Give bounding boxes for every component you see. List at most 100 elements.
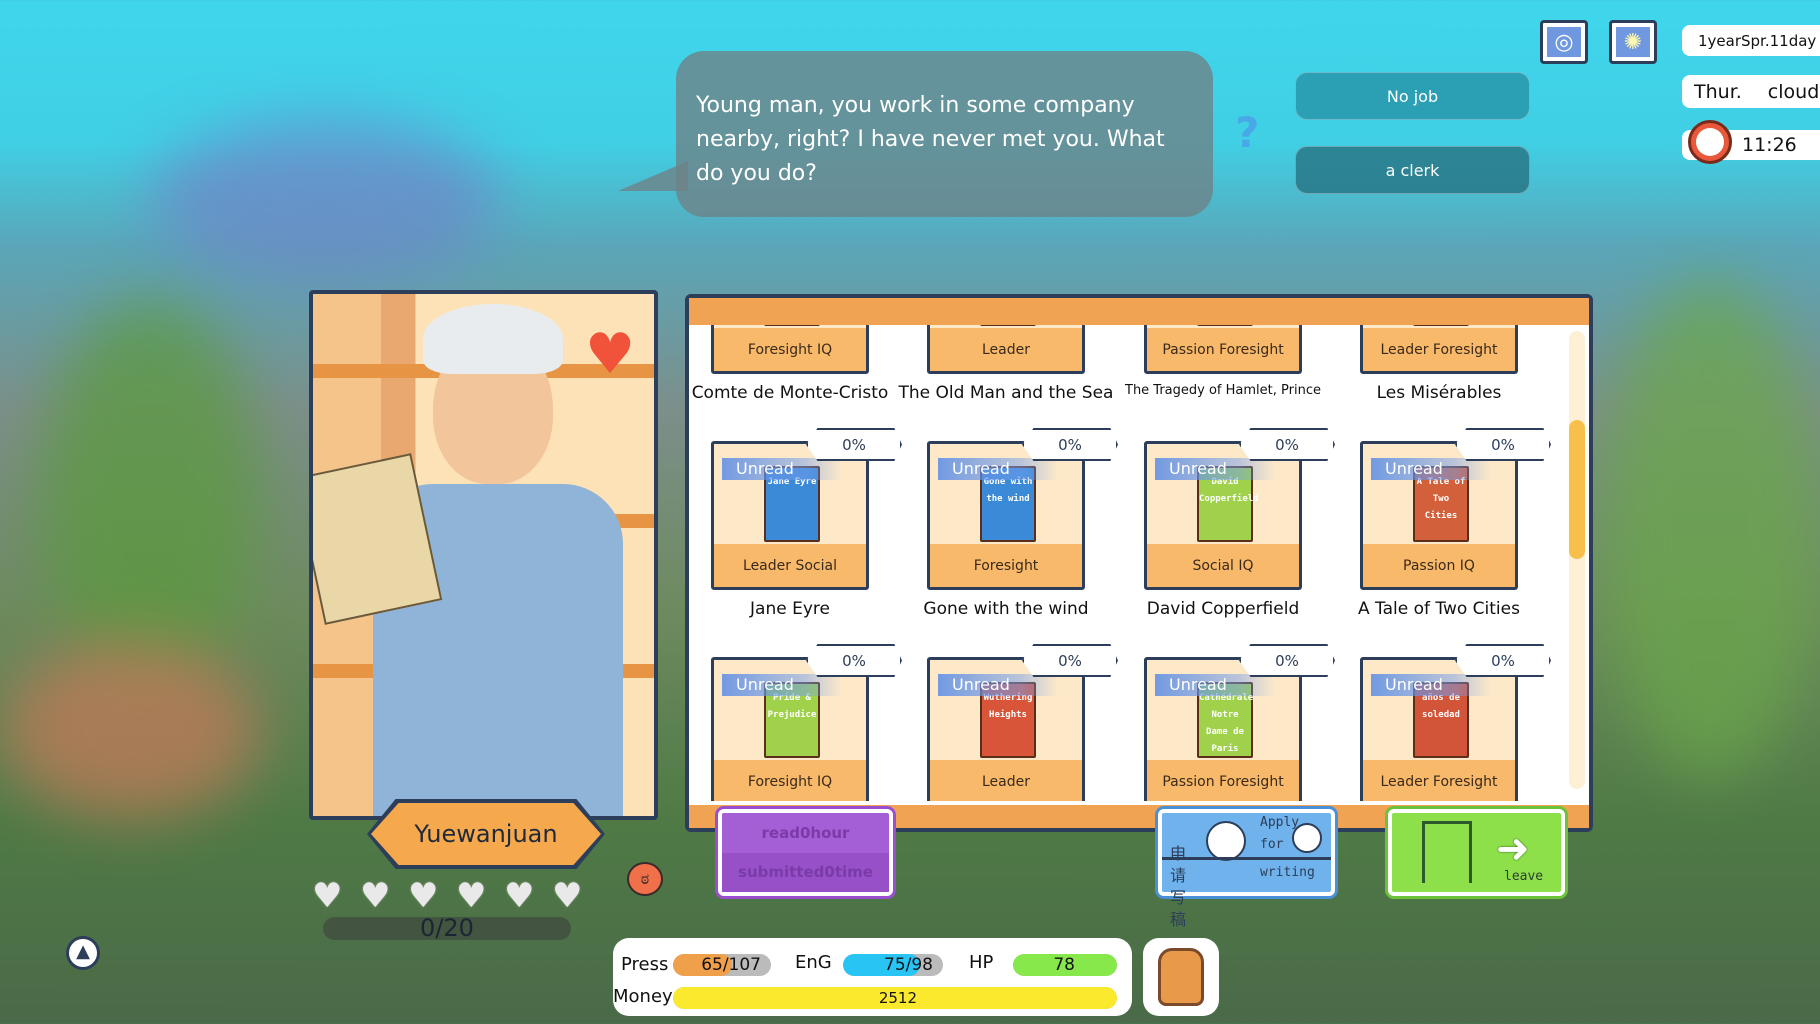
book-tags: Leader bbox=[930, 760, 1082, 801]
progress-badge: 0% bbox=[806, 428, 902, 461]
book-card[interactable]: años de soledad Unread Leader Foresight … bbox=[1360, 644, 1551, 801]
book-cover bbox=[1413, 325, 1469, 326]
scrollbar-thumb[interactable] bbox=[1569, 420, 1585, 559]
progress-badge: 0% bbox=[1022, 428, 1118, 461]
book-tags: Passion Foresight bbox=[1147, 328, 1299, 371]
book-card[interactable]: Unread Leader Foresight 0% bbox=[1360, 325, 1518, 374]
book-title: The Old Man and the Sea bbox=[898, 383, 1114, 403]
choice-label: a clerk bbox=[1385, 160, 1440, 180]
submitted-text: submitted0time bbox=[722, 852, 889, 892]
book-title: Les Misérables bbox=[1376, 383, 1502, 403]
read-status: Unread bbox=[938, 458, 1058, 480]
target-button[interactable]: ◎ bbox=[1540, 20, 1588, 64]
choice-no-job[interactable]: No job bbox=[1295, 72, 1530, 120]
leave-text: leave bbox=[1504, 869, 1544, 884]
apply-text: Apply bbox=[1260, 815, 1300, 830]
read-status: Unread bbox=[1371, 674, 1491, 696]
energy-bar: 75/98 bbox=[843, 954, 943, 976]
book-card[interactable]: Jane Eyre Unread Leader Social 0% bbox=[711, 428, 902, 590]
book-card[interactable]: Gone with the wind Unread Foresight 0% bbox=[927, 428, 1118, 590]
book-card[interactable]: Pride & Prejudice Unread Foresight IQ 0% bbox=[711, 644, 902, 801]
book-tags: Foresight IQ bbox=[714, 328, 866, 371]
money-bar: 2512 bbox=[673, 987, 1117, 1009]
heart-icon: ♥ bbox=[585, 322, 636, 387]
read-status: Unread bbox=[1371, 458, 1491, 480]
press-label: Press bbox=[621, 954, 669, 975]
progress-badge: 0% bbox=[1455, 644, 1551, 677]
book-tags: Social IQ bbox=[1147, 544, 1299, 587]
energy-label: EnG bbox=[795, 952, 832, 973]
book-title: The Tragedy of Hamlet, Prince bbox=[1125, 383, 1321, 398]
progress-badge: 0% bbox=[1455, 428, 1551, 461]
clock-icon bbox=[1292, 823, 1322, 853]
book-card[interactable]: Unread Passion Foresight 0% bbox=[1144, 325, 1302, 374]
weekday-text: Thur. bbox=[1694, 80, 1742, 103]
read-hours-text: read0hour bbox=[761, 823, 850, 842]
book-card[interactable]: Cathédrale Notre Dame de Paris Unread Pa… bbox=[1144, 644, 1335, 801]
book-tags: Passion IQ bbox=[1363, 544, 1515, 587]
panel-header bbox=[689, 298, 1589, 325]
person-icon bbox=[1206, 821, 1246, 861]
background bbox=[150, 120, 500, 280]
heart-icon: ♥ bbox=[408, 876, 439, 916]
npc-portrait: ♥ bbox=[309, 290, 658, 820]
progress-badge: 0% bbox=[806, 644, 902, 677]
npc-nameplate: Yuewanjuan bbox=[371, 803, 601, 865]
background-park bbox=[1600, 280, 1820, 780]
heart-icon: ♥ bbox=[360, 876, 391, 916]
weather-display: Thur. cloudy bbox=[1682, 75, 1820, 108]
book-card[interactable]: David Copperfield Unread Social IQ 0% bbox=[1144, 428, 1335, 590]
heart-icon: ♥ bbox=[456, 876, 487, 916]
background-roofs bbox=[0, 640, 260, 820]
heart-icon: ♥ bbox=[504, 876, 535, 916]
book-title: David Copperfield bbox=[1146, 599, 1300, 619]
weather-text: cloudy bbox=[1767, 80, 1820, 103]
writing-text: writing bbox=[1260, 865, 1315, 880]
date-display: 1yearSpr.11day bbox=[1682, 25, 1820, 56]
npc-name: Yuewanjuan bbox=[414, 820, 558, 848]
question-mark-icon: ? bbox=[1235, 108, 1260, 157]
hp-label: HP bbox=[969, 952, 994, 973]
heart-icon: ♥ bbox=[552, 876, 583, 916]
book-card[interactable]: Wuthering Heights Unread Leader 0% bbox=[927, 644, 1118, 801]
book-cover bbox=[1197, 325, 1253, 326]
book-tags: Passion Foresight bbox=[1147, 760, 1299, 801]
npc-book bbox=[313, 453, 443, 625]
book-card[interactable]: Unread Foresight IQ 0% bbox=[711, 325, 869, 374]
angry-face-icon: ಠ bbox=[627, 862, 663, 896]
book-title: A Tale of Two Cities bbox=[1358, 599, 1520, 619]
reading-record-button[interactable]: read0hour submitted0time bbox=[718, 809, 893, 896]
door-icon bbox=[1422, 821, 1472, 883]
favor-text: 0/20 bbox=[420, 914, 474, 942]
book-card[interactable]: Unread Leader 0% bbox=[927, 325, 1085, 374]
scrollbar-track[interactable] bbox=[1569, 331, 1585, 789]
settings-button[interactable]: ✺ bbox=[1609, 20, 1657, 64]
for-text: for bbox=[1260, 837, 1284, 852]
backpack-button[interactable] bbox=[1143, 938, 1219, 1016]
book-title: Comte de Monte-Cristo bbox=[691, 383, 889, 403]
book-grid[interactable]: Unread Foresight IQ 0% Comte de Monte-Cri… bbox=[689, 325, 1569, 801]
favor-bar: 0/20 bbox=[323, 914, 571, 942]
read-status: Unread bbox=[722, 458, 842, 480]
book-title: Gone with the wind bbox=[923, 599, 1089, 619]
target-icon: ◎ bbox=[1547, 27, 1581, 57]
time-text: 11:26 bbox=[1742, 134, 1797, 156]
read-status: Unread bbox=[722, 674, 842, 696]
progress-badge: 0% bbox=[1239, 428, 1335, 461]
book-cover bbox=[764, 325, 820, 326]
npc-hair bbox=[423, 304, 563, 374]
press-bar: 65/107 bbox=[673, 954, 771, 976]
leave-button[interactable]: ➜ leave bbox=[1388, 809, 1565, 896]
book-tags: Leader bbox=[930, 328, 1082, 371]
book-title: Jane Eyre bbox=[750, 599, 830, 619]
book-cover bbox=[980, 325, 1036, 326]
dialogue-bubble: Young man, you work in some company near… bbox=[618, 51, 1213, 217]
apply-writing-button[interactable]: 申请 写稿 Apply for writing bbox=[1158, 809, 1335, 929]
up-arrow-icon[interactable]: ▲ bbox=[66, 936, 100, 970]
book-card[interactable]: A Tale of Two Cities Unread Passion IQ 0… bbox=[1360, 428, 1551, 590]
choice-clerk[interactable]: a clerk bbox=[1295, 146, 1530, 194]
book-tags: Leader Foresight bbox=[1363, 760, 1515, 801]
hp-bar: 78 bbox=[1013, 954, 1117, 976]
book-tags: Foresight IQ bbox=[714, 760, 866, 801]
heart-icon: ♥ bbox=[312, 876, 343, 916]
